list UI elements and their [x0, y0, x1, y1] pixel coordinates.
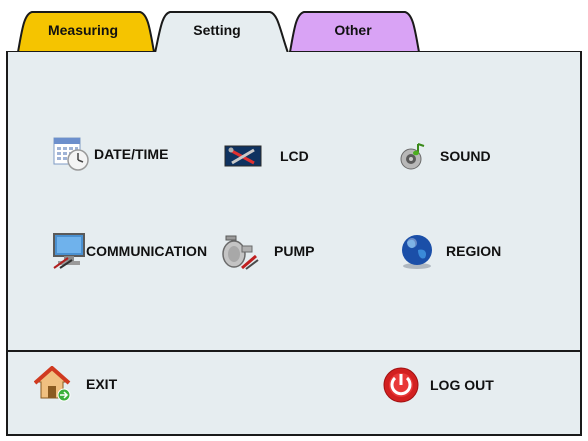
sound-label: SOUND [440, 148, 491, 164]
calendar-clock-icon [52, 136, 90, 172]
lcd-tools-icon [224, 144, 264, 168]
speaker-icon [398, 140, 430, 172]
date-time-button[interactable]: DATE/TIME [52, 136, 168, 172]
tab-setting[interactable]: Setting [172, 22, 262, 38]
exit-button[interactable]: EXIT [34, 366, 117, 402]
tab-bar: Measuring Setting Other [0, 0, 588, 58]
monitor-network-icon [52, 232, 86, 270]
log-out-button[interactable]: LOG OUT [382, 366, 494, 404]
lcd-label: LCD [280, 148, 309, 164]
log-out-label: LOG OUT [430, 377, 494, 393]
settings-panel: DATE/TIME LCD SOUND COMMUNICATION PUMP R… [6, 52, 582, 352]
footer-panel: EXIT LOG OUT [6, 350, 582, 436]
region-button[interactable]: REGION [398, 232, 501, 270]
date-time-label: DATE/TIME [94, 146, 169, 162]
communication-label: COMMUNICATION [86, 243, 208, 259]
exit-label: EXIT [86, 376, 118, 392]
pump-button[interactable]: PUMP [220, 232, 314, 270]
sound-button[interactable]: SOUND [398, 140, 491, 172]
pump-label: PUMP [274, 243, 315, 259]
lcd-button[interactable]: LCD [224, 144, 309, 168]
pump-icon [220, 232, 260, 270]
globe-icon [398, 232, 436, 270]
region-label: REGION [446, 243, 502, 259]
communication-button[interactable]: COMMUNICATION [52, 232, 207, 270]
tab-measuring[interactable]: Measuring [38, 22, 128, 38]
tab-other[interactable]: Other [308, 22, 398, 38]
power-icon [382, 366, 422, 404]
home-icon [34, 366, 74, 402]
